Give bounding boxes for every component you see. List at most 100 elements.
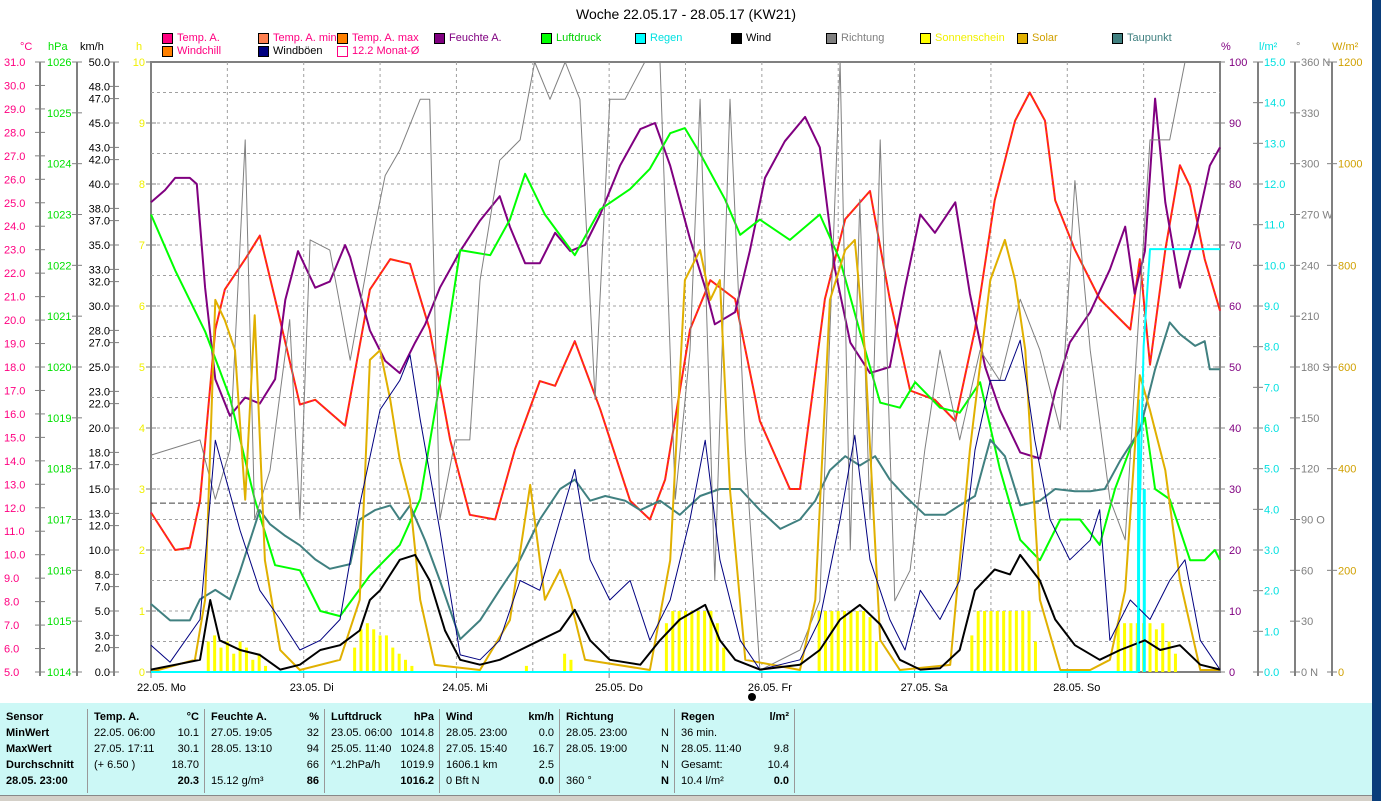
rain-tick-label: 4.0 <box>1264 504 1279 516</box>
sunshine-bar <box>989 611 993 672</box>
sun-tick-label: 5 <box>139 362 145 374</box>
press-tick-label: 1022 <box>47 260 71 272</box>
wind-tick-label: 38.0 <box>89 203 110 215</box>
press-tick-label: 1020 <box>47 362 71 374</box>
hum-tick-label: 80 <box>1229 179 1241 191</box>
table-row: 27.05. 15:40 16.7 <box>440 741 559 757</box>
table-column: Regen l/m² 36 min. 28.05. 11:40 9.8 Gesamt: 10… <box>675 709 795 793</box>
rain-tick-label: 1.0 <box>1264 626 1279 638</box>
sunshine-bar <box>722 647 726 672</box>
legend-item: Regen <box>635 32 682 44</box>
table-cell: 9.8 <box>773 743 789 755</box>
table-cell: ^1.2hPa/h <box>331 759 381 771</box>
hum-tick-label: 20 <box>1229 545 1241 557</box>
legend-swatch <box>731 32 742 44</box>
sun-tick-label: 7 <box>139 240 145 252</box>
table-cell: 0.0 <box>773 775 789 787</box>
wind-tick-label: 48.0 <box>89 81 110 93</box>
rain-tick-label: 7.0 <box>1264 382 1279 394</box>
wind-tick-label: 0.0 <box>95 667 110 679</box>
hum-tick-label: 30 <box>1229 484 1241 496</box>
legend-label: Solar <box>1032 32 1058 44</box>
table-column: Richtung 28.05. 23:00 N 28.05. 19:00 N N 360 °… <box>560 709 675 793</box>
wind-tick-label: 42.0 <box>89 155 110 167</box>
sunshine-bar <box>1129 623 1133 672</box>
table-row: 25.05. 11:40 1024.8 <box>325 741 439 757</box>
press-tick-label: 1017 <box>47 515 71 527</box>
table-cell: 27.05. 17:11 <box>94 743 155 755</box>
legend-swatch <box>258 45 269 57</box>
table-cell: 86 <box>306 775 319 787</box>
weekly-weather-chart: 22.05. Mo 23.05. Di 24.05. Mi 25.05. Do 26.0… <box>4 41 1362 701</box>
legend-swatch <box>541 32 552 44</box>
table-row: Gesamt: 10.4 <box>675 757 794 773</box>
temp-tick-label: 28.0 <box>4 127 25 139</box>
legend-swatch <box>337 45 348 57</box>
hum-tick-label: 10 <box>1229 606 1241 618</box>
rain-tick-label: 10.0 <box>1264 260 1285 272</box>
temp-tick-label: 6.0 <box>4 644 19 656</box>
table-cell: Richtung <box>566 711 614 723</box>
rain-tick-label: 15.0 <box>1264 57 1285 69</box>
legend-item: Feuchte A. <box>434 32 502 44</box>
solar-tick-label: 800 <box>1338 260 1356 272</box>
temp-tick-label: 16.0 <box>4 409 25 421</box>
x-tick-label: 28.05. So <box>1053 682 1100 694</box>
sunshine-bar <box>830 611 834 672</box>
x-tick-label: 22.05. Mo <box>137 682 186 694</box>
sunshine-bar <box>1154 629 1158 672</box>
table-cell: 0.0 <box>538 775 554 787</box>
solar-tick-label: 1200 <box>1338 57 1362 69</box>
hum-tick-label: 0 <box>1229 667 1235 679</box>
table-header: Feuchte A.% <box>205 709 324 725</box>
sunshine-bar <box>874 641 878 672</box>
table-row: 20.3 <box>88 773 204 789</box>
press-tick-label: 1014 <box>47 667 71 679</box>
table-cell: N <box>661 727 669 739</box>
wind-tick-label: 22.0 <box>89 399 110 411</box>
wind-tick-label: 35.0 <box>89 240 110 252</box>
wind-tick-label: 50.0 <box>89 57 110 69</box>
temp-tick-label: 12.0 <box>4 503 25 515</box>
table-header: Temp. A. °C <box>88 709 204 725</box>
wind-tick-label: 45.0 <box>89 118 110 130</box>
temp-tick-label: 30.0 <box>4 80 25 92</box>
wind-axis-unit: km/h <box>80 41 104 53</box>
legend-label: 12.2 Monat-Ø <box>352 45 420 57</box>
legend-label: Sonnenschein <box>935 32 1005 44</box>
sunshine-bar <box>391 647 395 672</box>
legend-swatch <box>162 32 173 44</box>
table-column: Sensor MinWert MaxWert Durchschnitt 28.05. 2… <box>0 709 88 793</box>
wind-tick-label: 2.0 <box>95 643 110 655</box>
table-cell: l/m² <box>769 711 789 723</box>
new-moon-icon <box>748 693 756 701</box>
table-cell: 27.05. 15:40 <box>446 743 508 755</box>
sunshine-bar <box>563 653 567 672</box>
rain-tick-label: 5.0 <box>1264 464 1279 476</box>
legend-label: Temp. A. <box>177 32 220 44</box>
wind-tick-label: 37.0 <box>89 216 110 228</box>
hum-tick-label: 100 <box>1229 57 1247 69</box>
table-row: 66 <box>205 757 324 773</box>
dir-tick-label: 90 O <box>1301 515 1325 527</box>
x-tick-label: 25.05. Do <box>595 682 643 694</box>
table-cell: Wind <box>446 711 473 723</box>
dir-tick-label: 240 <box>1301 260 1319 272</box>
sunshine-bar <box>995 611 999 672</box>
table-cell: 1014.8 <box>400 727 434 739</box>
temp-tick-label: 19.0 <box>4 339 25 351</box>
sunshine-bar <box>251 659 255 672</box>
table-cell: N <box>661 743 669 755</box>
sunshine-bar <box>219 647 223 672</box>
sunshine-bar <box>703 611 707 672</box>
press-tick-label: 1018 <box>47 464 71 476</box>
temp-tick-label: 25.0 <box>4 198 25 210</box>
table-header: Regen l/m² <box>675 709 794 725</box>
rain-tick-label: 14.0 <box>1264 98 1285 110</box>
legend-label: Regen <box>650 32 683 44</box>
legend-label: Windchill <box>177 45 222 57</box>
x-tick-label: 26.05. Fr <box>748 682 792 694</box>
solar-tick-label: 600 <box>1338 362 1356 374</box>
table-row: 27.05. 19:05 32 <box>205 725 324 741</box>
sunshine-bar <box>671 611 675 672</box>
